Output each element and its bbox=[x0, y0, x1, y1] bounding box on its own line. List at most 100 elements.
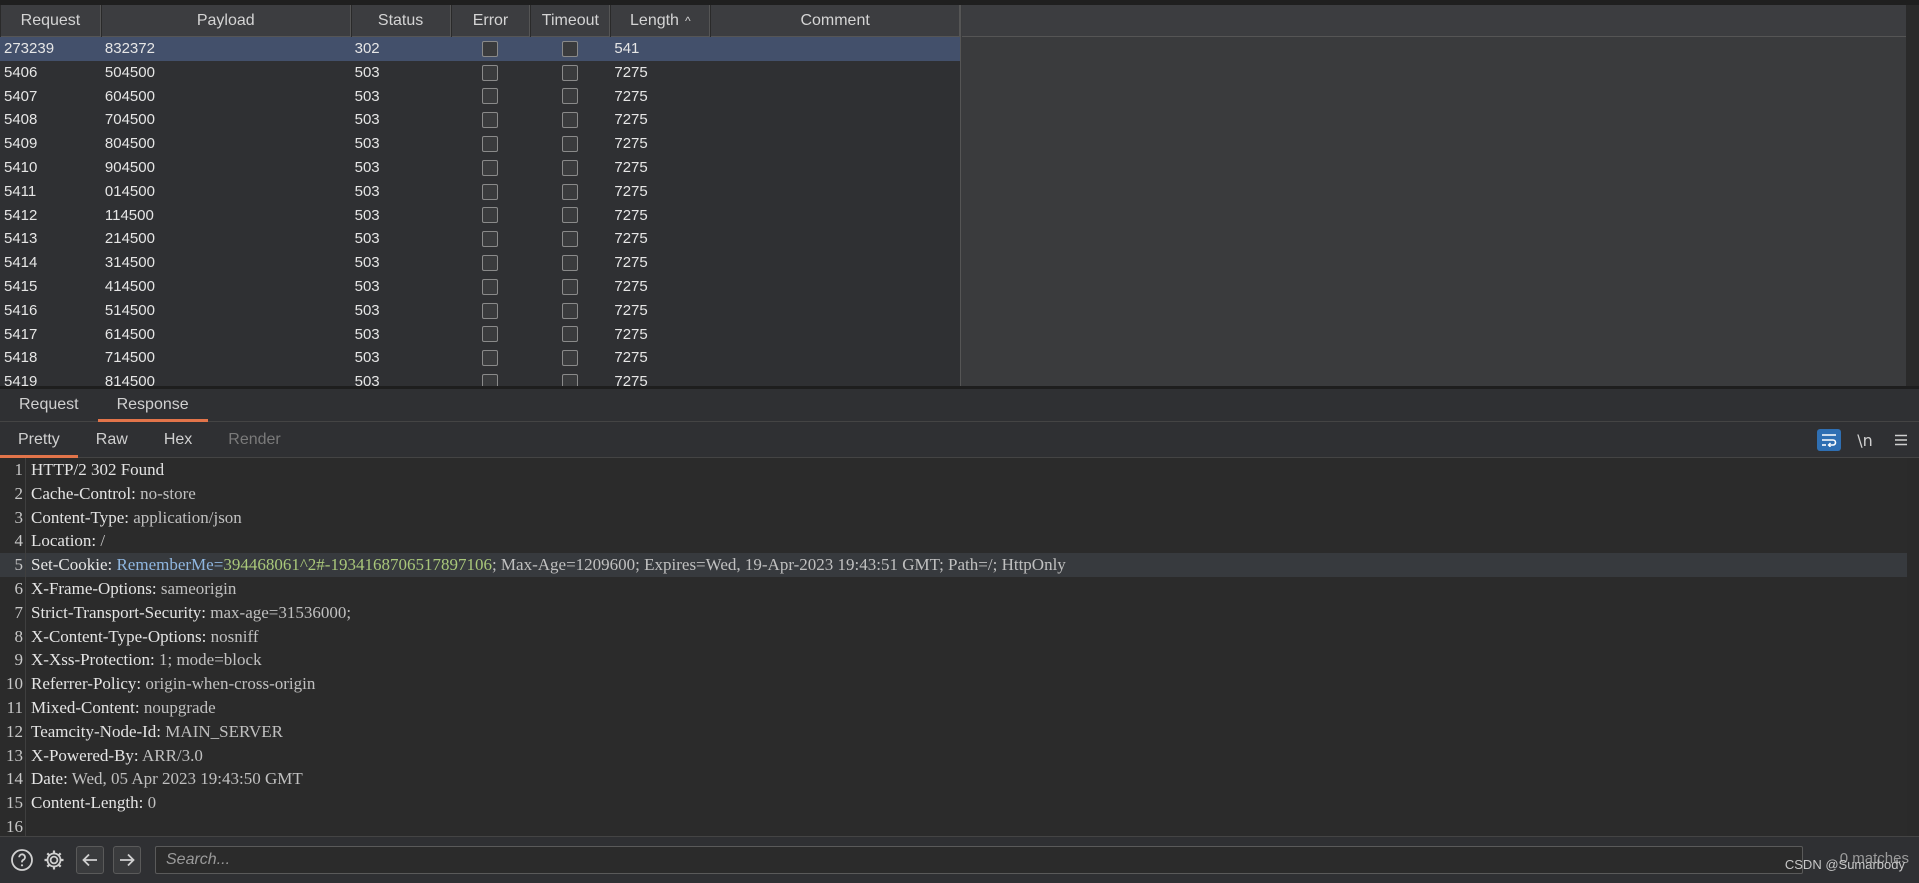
error-checkbox[interactable] bbox=[482, 136, 499, 153]
error-checkbox[interactable] bbox=[482, 374, 499, 386]
response-editor[interactable]: 1 HTTP/2 302 Found 2 Cache-Control: no-stor… bbox=[0, 458, 1907, 836]
cell-comment[interactable] bbox=[710, 204, 960, 228]
cell-request: 5412 bbox=[4, 206, 38, 224]
timeout-checkbox[interactable] bbox=[562, 350, 579, 367]
error-checkbox[interactable] bbox=[482, 40, 499, 57]
timeout-checkbox[interactable] bbox=[562, 159, 579, 176]
cell-error bbox=[451, 251, 531, 275]
table-row[interactable]: 5416 514500 503 7275 bbox=[0, 299, 960, 323]
settings-button[interactable] bbox=[40, 846, 68, 874]
timeout-checkbox[interactable] bbox=[562, 88, 579, 105]
editor-scrollbar[interactable] bbox=[1907, 458, 1919, 836]
timeout-checkbox[interactable] bbox=[562, 112, 579, 129]
error-checkbox[interactable] bbox=[482, 231, 499, 248]
hamburger-menu-icon[interactable] bbox=[1883, 422, 1919, 458]
timeout-checkbox[interactable] bbox=[562, 136, 579, 153]
timeout-checkbox[interactable] bbox=[562, 183, 579, 200]
error-checkbox[interactable] bbox=[482, 64, 499, 81]
header-name: Teamcity-Node-Id: bbox=[31, 721, 162, 741]
table-row[interactable]: 5417 614500 503 7275 bbox=[0, 323, 960, 347]
table-row[interactable]: 5411 014500 503 7275 bbox=[0, 180, 960, 204]
search-bar: 0 matches CSDN @Sumarbody bbox=[0, 836, 1919, 883]
tab-pretty[interactable]: Pretty bbox=[0, 422, 78, 458]
timeout-checkbox[interactable] bbox=[562, 64, 579, 81]
column-header-status[interactable]: Status bbox=[350, 5, 451, 37]
column-header-payload[interactable]: Payload bbox=[100, 5, 351, 37]
table-row[interactable]: 5409 804500 503 7275 bbox=[0, 132, 960, 156]
error-checkbox[interactable] bbox=[482, 255, 499, 272]
timeout-checkbox[interactable] bbox=[562, 278, 579, 295]
cell-length: 7275 bbox=[614, 158, 648, 176]
error-checkbox[interactable] bbox=[482, 112, 499, 129]
cell-comment[interactable] bbox=[710, 227, 960, 251]
column-header-error[interactable]: Error bbox=[450, 5, 531, 37]
column-header-request[interactable]: Request bbox=[0, 5, 101, 37]
table-row[interactable]: 5419 814500 503 7275 bbox=[0, 370, 960, 386]
cell-error bbox=[451, 227, 531, 251]
error-checkbox[interactable] bbox=[482, 183, 499, 200]
timeout-checkbox[interactable] bbox=[562, 374, 579, 386]
cell-status: 503 bbox=[354, 158, 380, 176]
tab-hex[interactable]: Hex bbox=[146, 422, 210, 458]
results-table: Request Payload Status Error Timeout Len… bbox=[0, 5, 961, 386]
cell-comment[interactable] bbox=[710, 132, 960, 156]
timeout-checkbox[interactable] bbox=[562, 231, 579, 248]
cell-comment[interactable] bbox=[710, 346, 960, 370]
timeout-checkbox[interactable] bbox=[562, 302, 579, 319]
header-value: origin-when-cross-origin bbox=[141, 674, 316, 694]
table-row[interactable]: 5410 904500 503 7275 bbox=[0, 156, 960, 180]
cell-comment[interactable] bbox=[710, 85, 960, 109]
error-checkbox[interactable] bbox=[482, 326, 499, 343]
search-next-button[interactable] bbox=[113, 846, 141, 874]
tab-request[interactable]: Request bbox=[0, 389, 98, 422]
table-row[interactable]: 5408 704500 503 7275 bbox=[0, 108, 960, 132]
error-checkbox[interactable] bbox=[482, 302, 499, 319]
cell-comment[interactable] bbox=[710, 61, 960, 85]
timeout-checkbox[interactable] bbox=[562, 40, 579, 57]
table-row[interactable]: 5413 214500 503 7275 bbox=[0, 227, 960, 251]
table-row[interactable]: 5418 714500 503 7275 bbox=[0, 346, 960, 370]
search-previous-button[interactable] bbox=[76, 846, 104, 874]
show-newlines-button[interactable]: \n bbox=[1847, 422, 1883, 458]
tab-response[interactable]: Response bbox=[97, 389, 208, 422]
table-row[interactable]: 5412 114500 503 7275 bbox=[0, 204, 960, 228]
error-checkbox[interactable] bbox=[482, 159, 499, 176]
cell-comment[interactable] bbox=[710, 108, 960, 132]
table-row[interactable]: 5415 414500 503 7275 bbox=[0, 275, 960, 299]
cell-comment[interactable] bbox=[710, 370, 960, 386]
header-name: HTTP/2 302 Found bbox=[31, 460, 165, 479]
line-content bbox=[26, 815, 31, 836]
cell-comment[interactable] bbox=[710, 180, 960, 204]
search-input[interactable] bbox=[155, 846, 1803, 874]
column-header-length[interactable]: Length ^ bbox=[610, 5, 711, 37]
table-row[interactable]: 5406 504500 503 7275 bbox=[0, 61, 960, 85]
error-checkbox[interactable] bbox=[482, 350, 499, 367]
tab-raw[interactable]: Raw bbox=[78, 422, 146, 458]
error-checkbox[interactable] bbox=[482, 278, 499, 295]
timeout-checkbox[interactable] bbox=[562, 255, 579, 272]
results-scrollbar[interactable] bbox=[1906, 5, 1919, 386]
timeout-checkbox[interactable] bbox=[562, 326, 579, 343]
timeout-checkbox[interactable] bbox=[562, 207, 579, 224]
error-checkbox[interactable] bbox=[482, 88, 499, 105]
sort-ascending-icon: ^ bbox=[684, 14, 691, 28]
wrap-lines-button[interactable] bbox=[1811, 422, 1847, 458]
help-button[interactable] bbox=[8, 846, 36, 874]
cookie-name: RememberMe= bbox=[112, 555, 224, 575]
table-row[interactable]: 5407 604500 503 7275 bbox=[0, 85, 960, 109]
table-row[interactable]: 5414 314500 503 7275 bbox=[0, 251, 960, 275]
cell-comment[interactable] bbox=[710, 299, 960, 323]
cell-error bbox=[451, 156, 531, 180]
cell-comment[interactable] bbox=[710, 323, 960, 347]
error-checkbox[interactable] bbox=[482, 207, 499, 224]
column-header-comment[interactable]: Comment bbox=[710, 5, 960, 37]
table-row[interactable]: 273239 832372 302 541 bbox=[0, 37, 960, 61]
line-content: Content-Type: application/json bbox=[26, 506, 242, 530]
header-value: noupgrade bbox=[139, 697, 216, 717]
cell-comment[interactable] bbox=[710, 251, 960, 275]
cell-comment[interactable] bbox=[710, 275, 960, 299]
cell-comment[interactable] bbox=[710, 156, 960, 180]
cell-comment[interactable] bbox=[710, 37, 960, 61]
column-header-timeout[interactable]: Timeout bbox=[530, 5, 611, 37]
cell-timeout bbox=[530, 227, 610, 251]
